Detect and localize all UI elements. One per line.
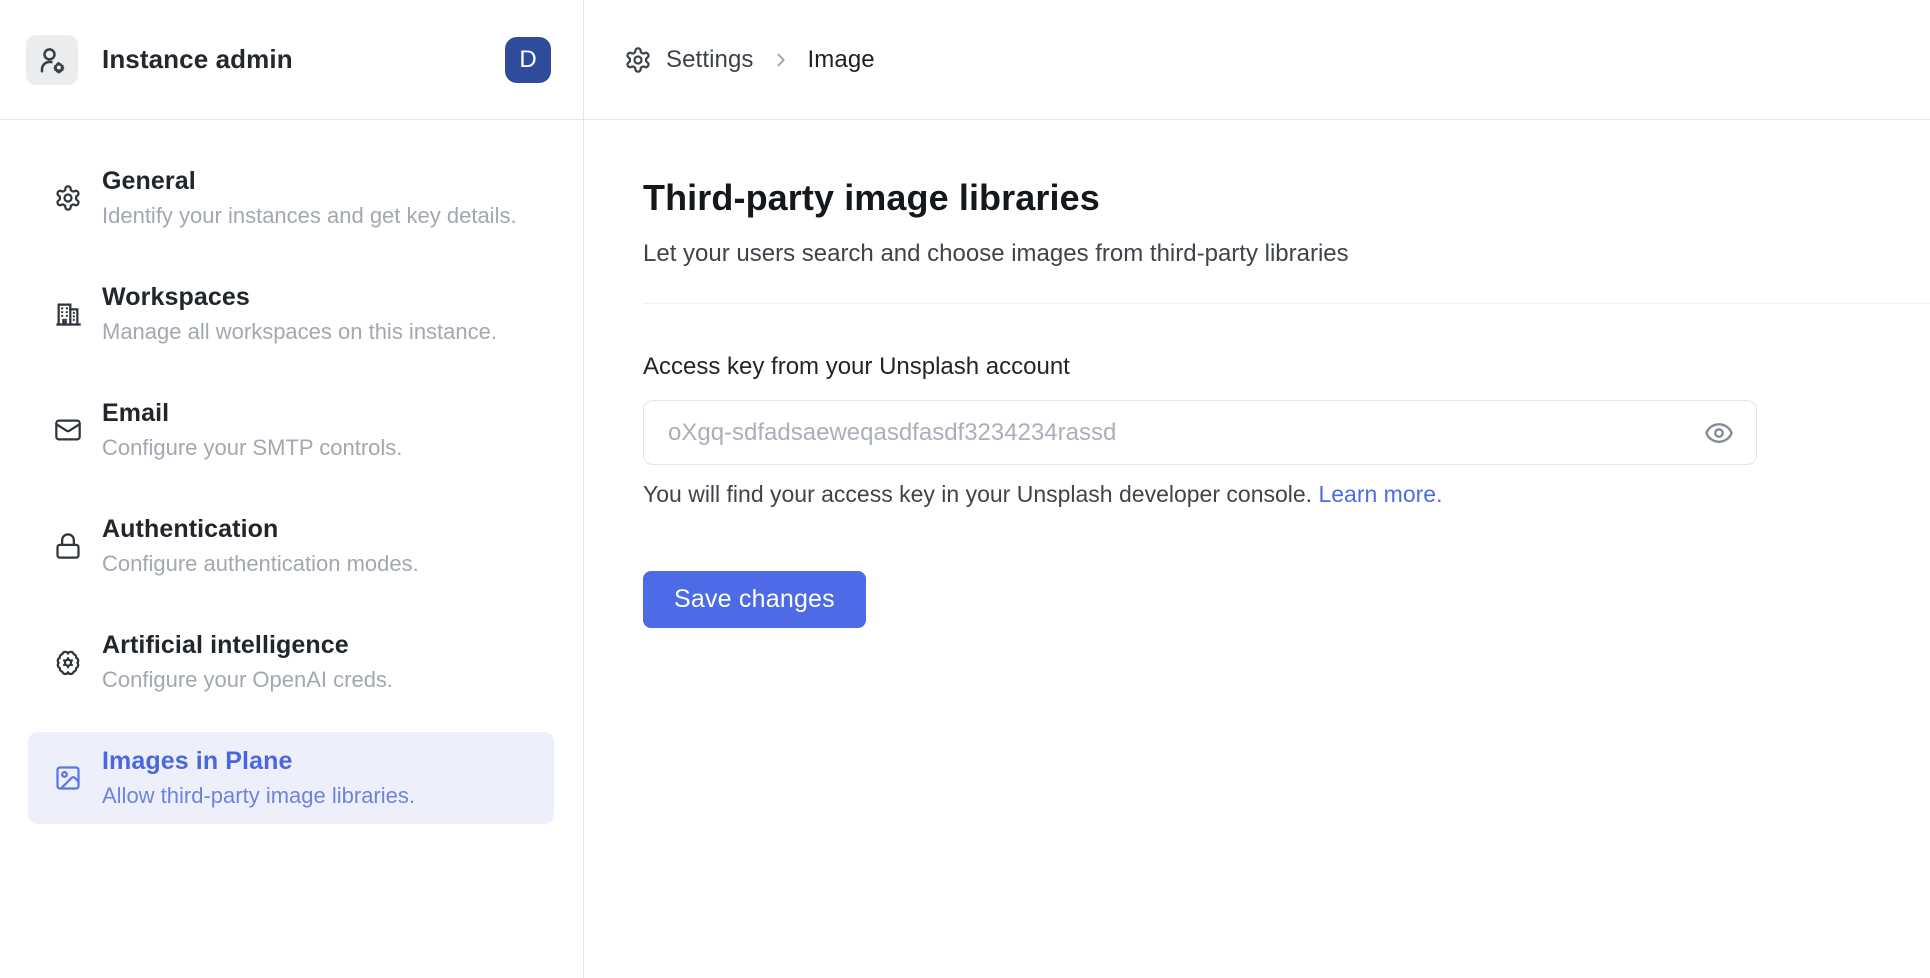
mail-icon — [54, 416, 82, 444]
sidebar-item-description: Identify your instances and get key deta… — [102, 202, 517, 230]
helper-text: You will find your access key in your Un… — [643, 481, 1312, 507]
sidebar-item-label: Email — [102, 398, 402, 429]
toggle-visibility-button[interactable] — [1699, 413, 1739, 453]
breadcrumb: Settings Image — [584, 0, 1930, 120]
main-panel: Settings Image Third-party image librari… — [584, 0, 1930, 978]
sidebar: Instance admin D General Identify your i… — [0, 0, 584, 978]
app-title: Instance admin — [102, 44, 505, 75]
sidebar-item-description: Allow third-party image libraries. — [102, 782, 415, 810]
sidebar-item-email[interactable]: Email Configure your SMTP controls. — [28, 384, 554, 476]
access-key-input-wrap — [643, 400, 1757, 465]
sidebar-item-general[interactable]: General Identify your instances and get … — [28, 152, 554, 244]
instance-admin-app: Instance admin D General Identify your i… — [0, 0, 1930, 978]
sidebar-item-description: Manage all workspaces on this instance. — [102, 318, 497, 346]
sidebar-item-images-in-plane[interactable]: Images in Plane Allow third-party image … — [28, 732, 554, 824]
page-title: Third-party image libraries — [643, 176, 1930, 220]
save-changes-button[interactable]: Save changes — [643, 571, 866, 628]
page-subtitle: Let your users search and choose images … — [643, 238, 1930, 270]
image-icon — [54, 764, 82, 792]
sidebar-item-artificial-intelligence[interactable]: Artificial intelligence Configure your O… — [28, 616, 554, 708]
section-divider — [643, 303, 1930, 304]
brain-cog-icon — [54, 648, 82, 676]
sidebar-item-description: Configure your SMTP controls. — [102, 434, 402, 462]
helper-text-row: You will find your access key in your Un… — [643, 479, 1930, 509]
unsplash-access-key-form: Access key from your Unsplash account Yo… — [643, 352, 1930, 628]
breadcrumb-image: Image — [808, 46, 875, 74]
sidebar-item-description: Configure authentication modes. — [102, 550, 419, 578]
sidebar-header: Instance admin D — [0, 0, 583, 120]
chevron-right-icon — [770, 49, 792, 71]
avatar[interactable]: D — [505, 37, 551, 83]
eye-icon — [1704, 418, 1734, 448]
sidebar-item-label: Workspaces — [102, 282, 497, 313]
access-key-input[interactable] — [643, 400, 1757, 465]
sidebar-item-label: Artificial intelligence — [102, 630, 393, 661]
sidebar-item-description: Configure your OpenAI creds. — [102, 666, 393, 694]
sidebar-item-authentication[interactable]: Authentication Configure authentication … — [28, 500, 554, 592]
sidebar-item-label: Images in Plane — [102, 746, 415, 777]
settings-content: Third-party image libraries Let your use… — [584, 120, 1930, 628]
lock-icon — [54, 532, 82, 560]
breadcrumb-settings[interactable]: Settings — [666, 46, 754, 74]
sidebar-item-workspaces[interactable]: Workspaces Manage all workspaces on this… — [28, 268, 554, 360]
access-key-label: Access key from your Unsplash account — [643, 352, 1930, 382]
building-icon — [54, 300, 82, 328]
gear-icon — [54, 184, 82, 212]
sidebar-item-label: General — [102, 166, 517, 197]
learn-more-link[interactable]: Learn more. — [1318, 481, 1442, 507]
sidebar-item-label: Authentication — [102, 514, 419, 545]
settings-gear-icon — [624, 46, 652, 74]
user-cog-icon — [26, 35, 78, 85]
sidebar-nav: General Identify your instances and get … — [0, 120, 583, 848]
